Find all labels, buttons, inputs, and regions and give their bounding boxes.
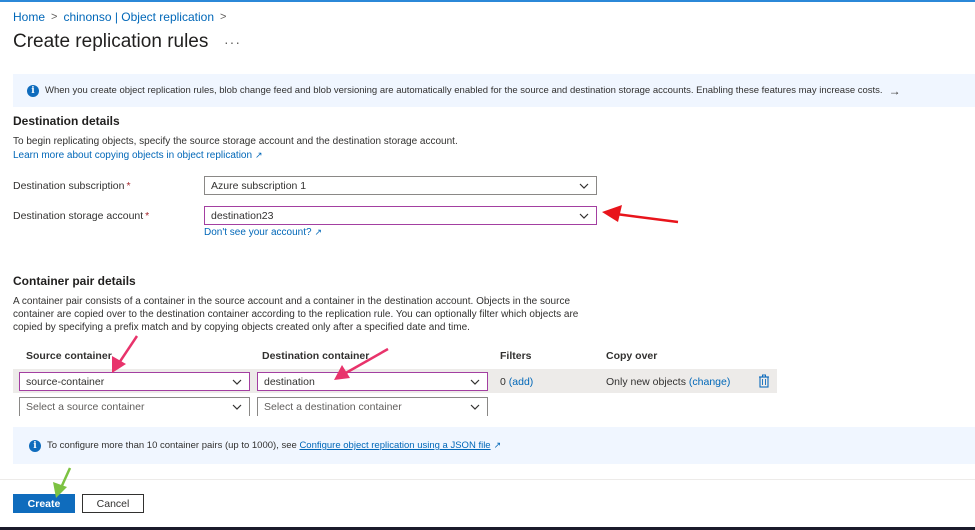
info-icon: i xyxy=(27,84,39,97)
change-copy-over-link[interactable]: (change) xyxy=(689,376,730,388)
required-indicator: * xyxy=(145,210,150,222)
chevron-down-icon xyxy=(232,404,242,410)
destination-subscription-label-text: Destination subscription xyxy=(13,180,125,192)
configure-json-link[interactable]: Configure object replication using a JSO… xyxy=(299,440,490,451)
destination-container-value: destination xyxy=(264,375,315,388)
destination-subscription-dropdown[interactable]: Azure subscription 1 xyxy=(204,176,597,195)
cancel-button[interactable]: Cancel xyxy=(82,494,144,513)
header-destination-container: Destination container xyxy=(262,350,370,362)
destination-account-dropdown[interactable]: destination23 xyxy=(204,206,597,225)
info-banner-costs: i When you create object replication rul… xyxy=(13,74,975,107)
learn-more-line: Learn more about copying objects in obje… xyxy=(13,149,263,163)
breadcrumb-home[interactable]: Home xyxy=(13,10,45,24)
filters-count: 0 xyxy=(500,376,506,388)
info-icon: i xyxy=(29,439,41,452)
source-container-value: source-container xyxy=(26,375,105,388)
arrow-right-icon[interactable]: → xyxy=(889,84,901,98)
info-banner-json: i To configure more than 10 container pa… xyxy=(13,427,975,464)
pink-arrow-annotation xyxy=(112,335,139,373)
new-destination-placeholder: Select a destination container xyxy=(264,401,402,413)
add-filter-link[interactable]: (add) xyxy=(509,376,534,388)
new-source-container-dropdown[interactable]: Select a source container xyxy=(19,397,250,416)
red-arrow-annotation xyxy=(602,205,679,224)
destination-description: To begin replicating objects, specify th… xyxy=(13,136,458,147)
create-button[interactable]: Create xyxy=(13,494,75,513)
account-help-line: Don't see your account? ↗ xyxy=(204,226,322,240)
chevron-right-icon: > xyxy=(220,11,227,23)
container-pair-description-1: A container pair consists of a container… xyxy=(13,296,571,307)
chevron-down-icon xyxy=(579,183,589,189)
destination-account-value: destination23 xyxy=(211,209,274,222)
destination-account-label-text: Destination storage account xyxy=(13,210,144,222)
chevron-down-icon xyxy=(232,379,242,385)
chevron-right-icon: > xyxy=(51,11,58,23)
container-pair-description-3: copied by specifying a prefix match and … xyxy=(13,322,470,333)
new-source-placeholder: Select a source container xyxy=(26,401,145,413)
destination-subscription-label: Destination subscription * xyxy=(13,180,131,192)
header-copy-over: Copy over xyxy=(606,350,658,362)
container-pair-description-2: container are copied over to the destina… xyxy=(13,309,579,320)
container-pair-title: Container pair details xyxy=(13,274,136,288)
copy-over-cell: Only new objects (change) xyxy=(606,376,730,388)
external-link-icon: ↗ xyxy=(314,227,323,237)
chevron-down-icon xyxy=(470,379,480,385)
new-destination-container-dropdown[interactable]: Select a destination container xyxy=(257,397,488,416)
dont-see-account-link[interactable]: Don't see your account? xyxy=(204,227,312,238)
destination-subscription-value: Azure subscription 1 xyxy=(211,179,307,192)
header-filters: Filters xyxy=(500,350,532,362)
footer-divider xyxy=(0,479,975,480)
info-banner-json-text: To configure more than 10 container pair… xyxy=(47,440,297,451)
header-source-container: Source container xyxy=(26,350,112,362)
breadcrumb-object-replication[interactable]: chinonso | Object replication xyxy=(63,10,214,24)
destination-details-title: Destination details xyxy=(13,114,120,128)
filters-cell: 0 (add) xyxy=(500,376,533,388)
source-container-dropdown[interactable]: source-container xyxy=(19,372,250,391)
chevron-down-icon xyxy=(579,213,589,219)
learn-more-link[interactable]: Learn more about copying objects in obje… xyxy=(13,150,252,161)
page-title: Create replication rules xyxy=(13,31,209,52)
required-indicator: * xyxy=(126,180,131,192)
breadcrumb: Home > chinonso | Object replication > xyxy=(13,10,226,24)
destination-container-dropdown[interactable]: destination xyxy=(257,372,488,391)
top-accent-line xyxy=(0,0,975,2)
external-link-icon: ↗ xyxy=(255,150,263,160)
delete-icon[interactable] xyxy=(758,374,770,388)
info-banner-text: When you create object replication rules… xyxy=(45,85,883,96)
destination-account-label: Destination storage account * xyxy=(13,210,149,222)
more-options-icon[interactable]: ··· xyxy=(224,34,241,50)
external-link-icon: ↗ xyxy=(493,440,502,450)
copy-over-value: Only new objects xyxy=(606,376,686,388)
chevron-down-icon xyxy=(470,404,480,410)
